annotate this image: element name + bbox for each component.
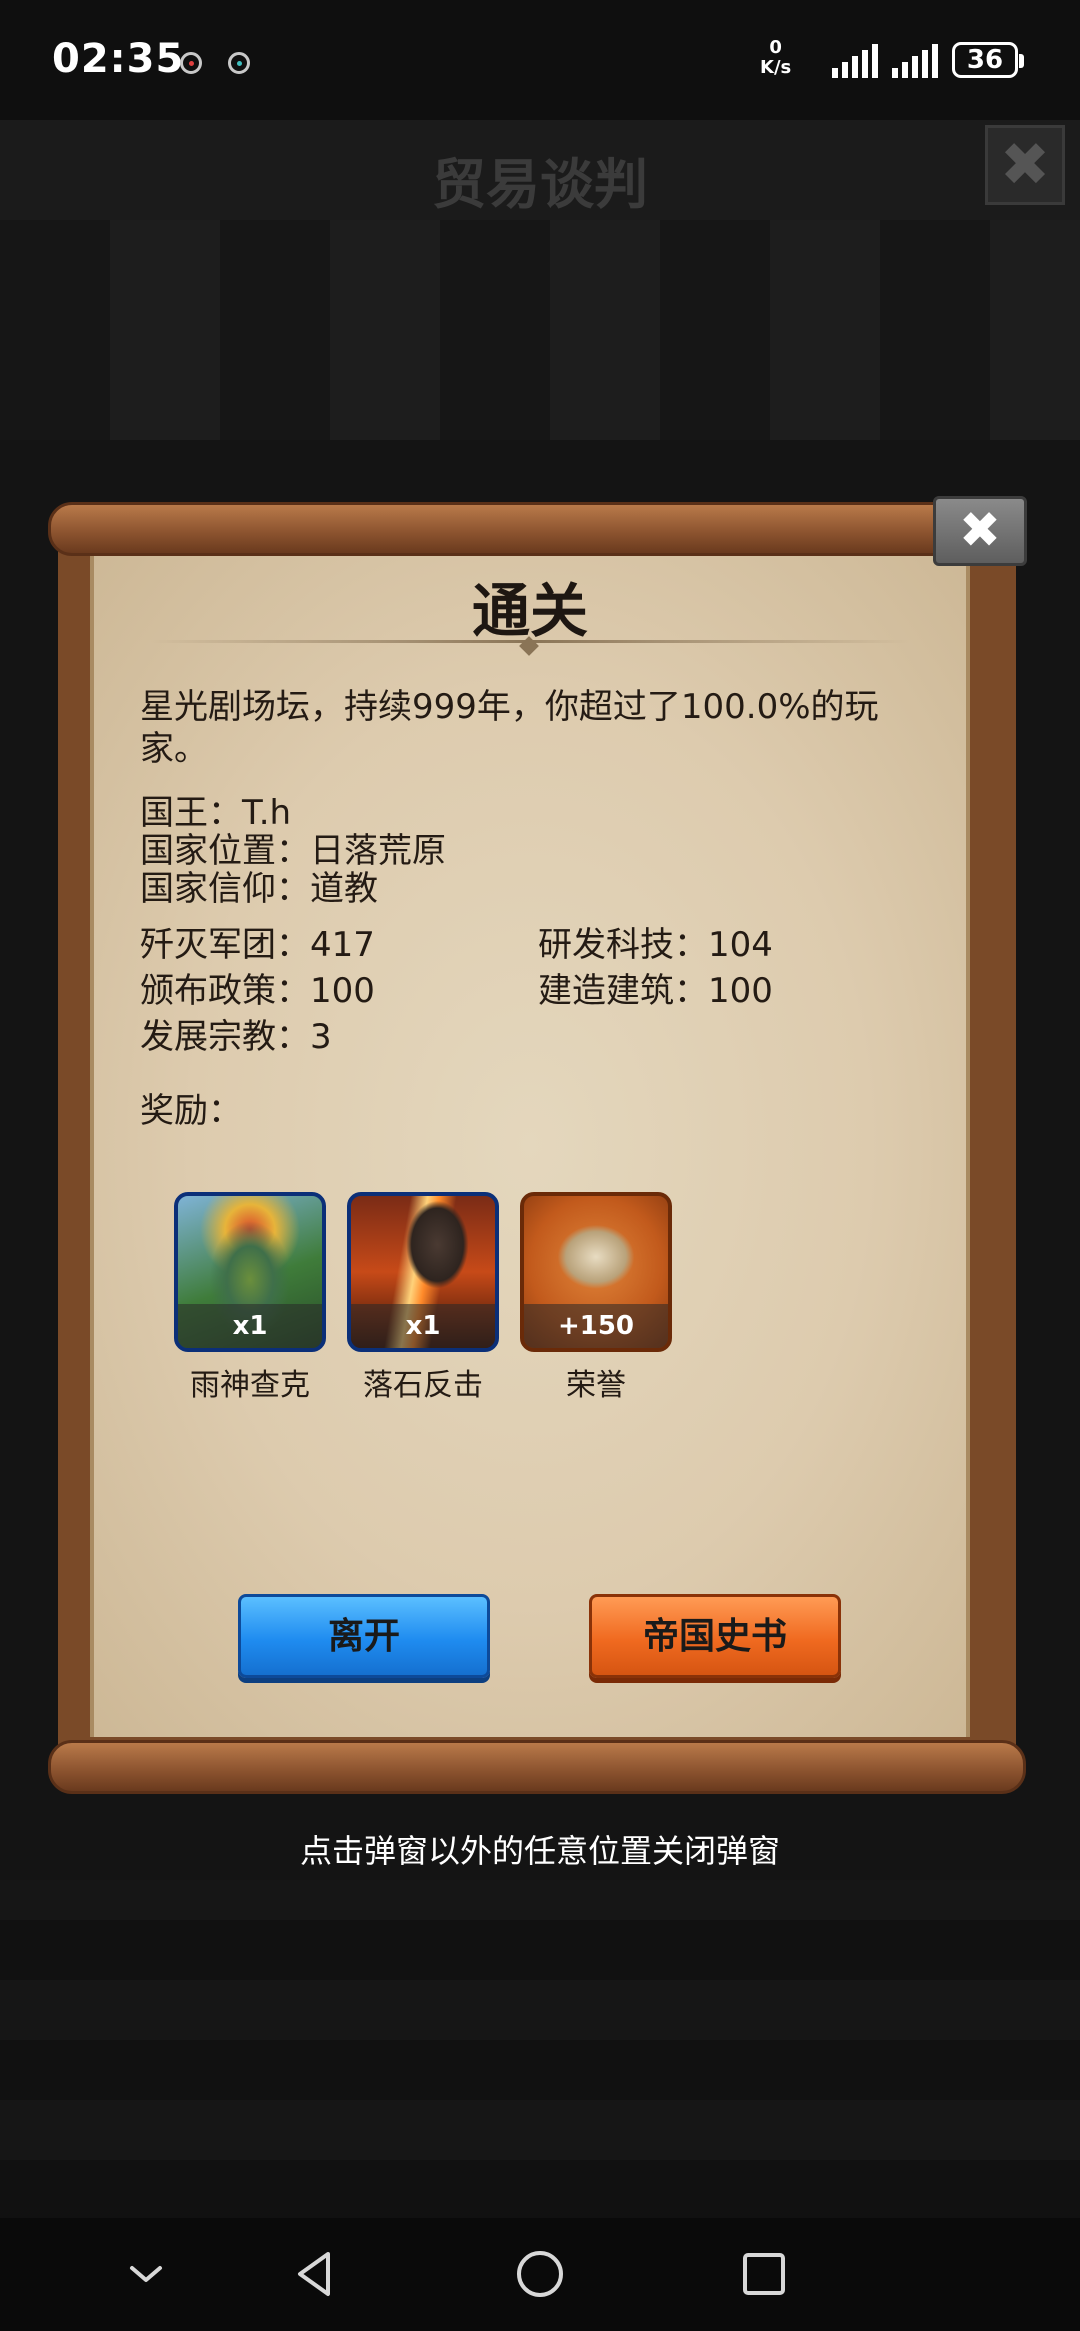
recents-icon[interactable] — [736, 2246, 792, 2302]
navigation-bar — [0, 2218, 1080, 2331]
title-divider — [150, 640, 910, 643]
reward-item[interactable]: x1 雨神查克 — [174, 1192, 326, 1404]
stat-policies: 颁布政策：100 — [140, 971, 375, 1011]
close-icon[interactable]: ✖ — [933, 496, 1027, 566]
scroll-rod-top — [48, 502, 1026, 556]
close-hint: 点击弹窗以外的任意位置关闭弹窗 — [299, 1832, 780, 1870]
reward-item[interactable]: +150 荣誉 — [520, 1192, 672, 1404]
rain-god-icon: x1 — [174, 1192, 326, 1352]
home-icon[interactable] — [512, 2246, 568, 2302]
signal-icon — [892, 44, 938, 78]
scroll-rod-bottom — [48, 1740, 1026, 1794]
rewards-label: 奖励： — [140, 1091, 242, 1131]
status-time: 02:35 — [52, 36, 185, 82]
stat-religions: 发展宗教：3 — [140, 1017, 332, 1057]
dialog-title: 通关 — [471, 577, 588, 645]
signal-icon — [832, 44, 878, 78]
background-title: 贸易谈判 — [432, 153, 648, 216]
chevron-down-icon[interactable] — [118, 2246, 174, 2302]
background-scene — [0, 220, 1080, 440]
background-floor — [0, 1880, 1080, 2220]
leave-button[interactable]: 离开 — [238, 1594, 490, 1678]
stat-technologies: 研发科技：104 — [538, 925, 773, 965]
result-summary: 星光剧场坛，持续999年，你超过了100.0%的玩家。 — [140, 687, 879, 769]
empire-history-button[interactable]: 帝国史书 — [589, 1594, 841, 1678]
stat-legions-destroyed: 歼灭军团：417 — [140, 925, 375, 965]
falling-rock-icon: x1 — [347, 1192, 499, 1352]
notification-icon — [228, 52, 250, 74]
back-icon[interactable] — [288, 2246, 344, 2302]
notification-icon — [180, 52, 202, 74]
background-close-icon: ✖ — [985, 125, 1065, 205]
info-religion: 国家信仰：道教 — [140, 869, 378, 909]
reward-item[interactable]: x1 落石反击 — [347, 1192, 499, 1404]
network-speed: 0 K/s — [760, 37, 792, 78]
info-king: 国王：T.h — [140, 793, 292, 833]
stat-buildings: 建造建筑：100 — [538, 971, 773, 1011]
info-location: 国家位置：日落荒原 — [140, 831, 446, 871]
battery-icon: 36 — [952, 42, 1024, 78]
honor-crest-icon: +150 — [520, 1192, 672, 1352]
status-bar: 02:35 0 K/s 36 — [0, 0, 1080, 120]
